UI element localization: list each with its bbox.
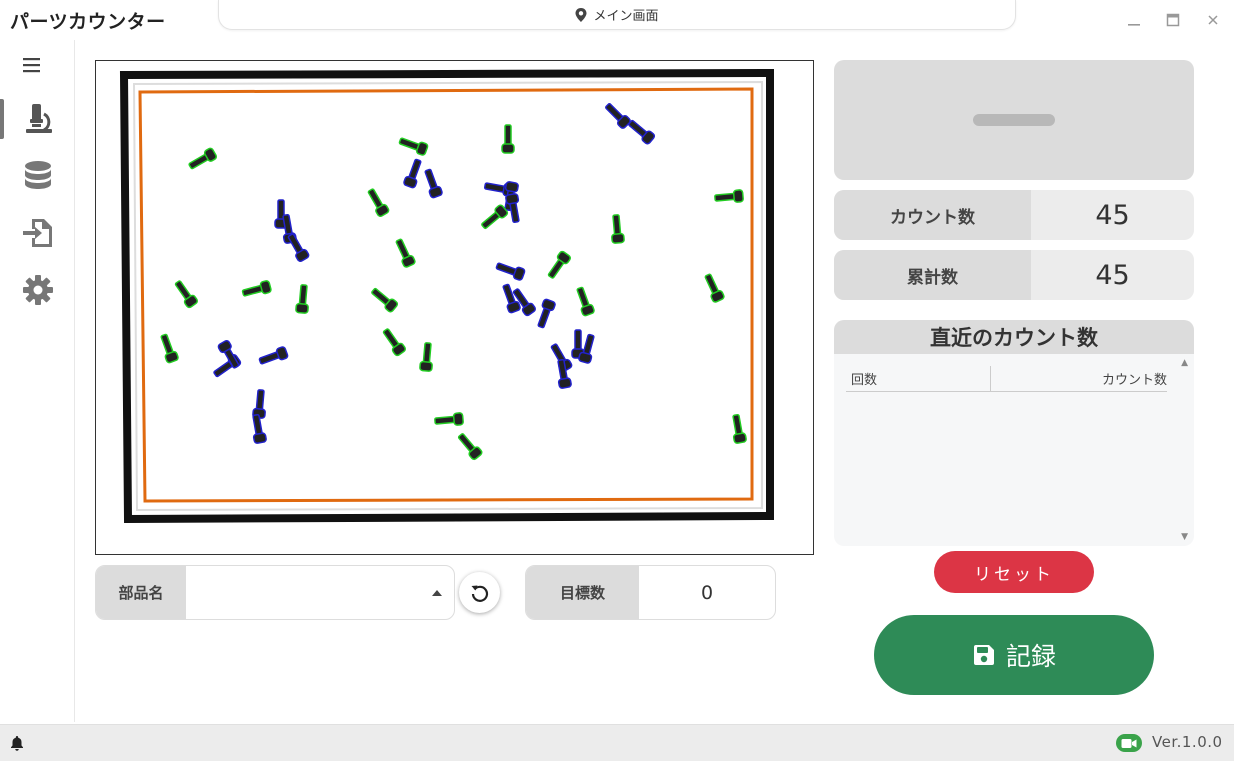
count-stat: カウント数 45 xyxy=(834,190,1194,240)
gear-icon xyxy=(23,275,53,305)
detected-part xyxy=(611,214,625,244)
status-indicator-box xyxy=(834,60,1194,180)
scroll-up-arrow[interactable]: ▲ xyxy=(1181,358,1188,368)
refresh-icon xyxy=(471,585,488,602)
recent-counts-table: 回数 カウント数 xyxy=(846,366,1167,392)
version-label: Ver.1.0.0 xyxy=(1152,733,1223,751)
refresh-button[interactable] xyxy=(459,572,500,613)
app-title: パーツカウンター xyxy=(10,11,166,33)
detected-parts xyxy=(160,103,747,461)
sidebar-item-inspect[interactable] xyxy=(0,96,75,142)
recent-counts-panel: 直近のカウント数 回数 カウント数 ▲ ▼ xyxy=(834,320,1194,546)
detected-part xyxy=(547,250,571,279)
microscope-icon xyxy=(26,104,52,133)
sidebar-item-menu[interactable] xyxy=(0,42,75,88)
count-value: 45 xyxy=(1095,199,1130,231)
sidebar-item-database[interactable] xyxy=(0,153,75,199)
total-value: 45 xyxy=(1095,259,1130,291)
detected-part xyxy=(481,204,509,230)
detected-part xyxy=(714,189,744,203)
detected-part xyxy=(398,137,429,156)
reset-button[interactable]: リセット xyxy=(934,551,1094,593)
database-icon xyxy=(25,161,51,189)
camera-status-badge xyxy=(1116,734,1142,752)
notification-button[interactable] xyxy=(9,735,25,755)
camera-view xyxy=(95,60,814,555)
title-bar: パーツカウンター メイン画面 xyxy=(0,0,1234,40)
detected-part xyxy=(395,238,416,268)
detected-part xyxy=(576,286,595,317)
status-placeholder-bar xyxy=(973,114,1055,126)
file-import-icon xyxy=(23,219,52,247)
detected-part xyxy=(403,158,422,189)
close-icon xyxy=(1208,15,1218,25)
sidebar xyxy=(0,40,75,722)
detected-part xyxy=(371,287,399,313)
camera-image xyxy=(119,68,774,524)
tray-inner-frame xyxy=(138,87,754,503)
detected-part xyxy=(419,342,433,372)
status-bar: Ver.1.0.0 xyxy=(0,724,1234,761)
detected-part xyxy=(241,280,272,297)
detected-part xyxy=(501,124,515,154)
detected-part xyxy=(252,389,266,419)
detected-part xyxy=(160,333,179,364)
location-label: メイン画面 xyxy=(593,9,659,24)
total-stat: 累計数 45 xyxy=(834,250,1194,300)
scroll-down-arrow[interactable]: ▼ xyxy=(1181,532,1188,542)
maximize-button[interactable] xyxy=(1162,9,1184,31)
detected-part xyxy=(434,412,464,426)
detected-part xyxy=(732,413,747,444)
detected-part xyxy=(457,433,483,461)
detected-part xyxy=(367,188,390,218)
sidebar-item-settings[interactable] xyxy=(0,267,75,313)
detected-part xyxy=(495,262,526,281)
col-round-header[interactable]: 回数 xyxy=(846,366,991,391)
target-count-input[interactable]: 0 xyxy=(639,566,775,619)
col-count-header[interactable]: カウント数 xyxy=(991,366,1167,391)
detected-part xyxy=(704,273,725,303)
save-button[interactable]: 記録 xyxy=(874,615,1154,695)
part-name-label: 部品名 xyxy=(96,566,186,619)
tray-outer-frame xyxy=(119,68,774,524)
minimize-icon xyxy=(1128,24,1140,26)
recent-counts-title: 直近のカウント数 xyxy=(834,320,1194,354)
location-indicator: メイン画面 xyxy=(218,0,1016,30)
floppy-disk-icon xyxy=(973,645,994,665)
sidebar-item-import[interactable] xyxy=(0,210,75,256)
hamburger-icon xyxy=(23,58,40,73)
maximize-icon xyxy=(1166,13,1180,27)
detected-part xyxy=(258,346,289,365)
save-label: 記録 xyxy=(1005,642,1056,671)
minimize-button[interactable] xyxy=(1123,9,1145,31)
part-name-field[interactable]: 部品名 xyxy=(95,565,455,620)
caret-up-icon xyxy=(432,590,442,596)
bell-icon xyxy=(11,736,23,751)
detected-part xyxy=(287,233,310,263)
target-count-label: 目標数 xyxy=(526,566,639,619)
detected-part xyxy=(537,298,556,329)
recent-table-header: 回数 カウント数 xyxy=(846,366,1167,392)
part-name-select[interactable] xyxy=(186,566,454,619)
map-pin-icon xyxy=(575,7,587,22)
video-camera-icon xyxy=(1121,738,1137,748)
total-label: 累計数 xyxy=(834,250,1031,300)
tray-inner-edge xyxy=(132,80,763,512)
detected-part xyxy=(188,147,218,170)
detected-part xyxy=(382,328,406,357)
detected-part xyxy=(295,284,309,314)
detected-part xyxy=(605,103,631,129)
detected-part xyxy=(424,168,443,199)
close-button[interactable] xyxy=(1202,9,1224,31)
detected-part xyxy=(628,119,656,145)
target-count-field[interactable]: 目標数 0 xyxy=(525,565,776,620)
count-label: カウント数 xyxy=(834,190,1031,240)
detected-part xyxy=(174,280,198,309)
